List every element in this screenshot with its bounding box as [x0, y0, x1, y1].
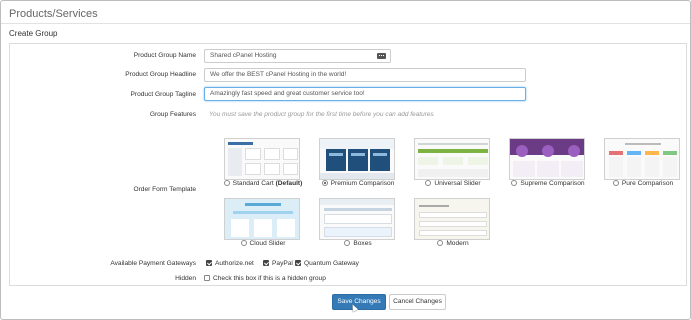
universal-slider-radio[interactable] [425, 180, 432, 186]
authorize-net-checkbox[interactable] [206, 260, 212, 266]
premium-comparison-thumbnail [319, 138, 395, 180]
standard-cart-radio[interactable] [223, 180, 230, 186]
standard-cart-thumbnail [224, 138, 300, 180]
cancel-changes-button[interactable]: Cancel Changes [389, 294, 446, 310]
modern-thumbnail [414, 198, 490, 240]
headline-label: Product Group Headline [125, 71, 196, 78]
modern-label[interactable]: Modern [384, 240, 522, 247]
gateway-authorize-net[interactable]: Authorize.net [206, 260, 254, 267]
section-title: Create Group [9, 29, 58, 38]
tagline-label: Product Group Tagline [130, 91, 197, 98]
group-name-label: Product Group Name [133, 52, 196, 59]
admin-panel: Products/Services Create Group Product G… [0, 0, 691, 320]
supreme-comparison-thumbnail [509, 138, 585, 180]
gateway-paypal[interactable]: PayPal [263, 260, 293, 267]
paypal-checkbox[interactable] [263, 260, 269, 266]
modern-radio[interactable] [437, 240, 444, 246]
gateways-label: Available Payment Gateways [110, 260, 196, 267]
cloud-slider-thumbnail [224, 198, 300, 240]
headline-input[interactable]: We offer the BEST cPanel Hosting in the … [204, 68, 526, 82]
title-divider [1, 23, 690, 24]
save-changes-button[interactable]: Save Changes [332, 294, 386, 310]
gateway-quantum[interactable]: Quantum Gateway [295, 260, 359, 267]
pure-comparison-radio[interactable] [612, 180, 619, 186]
pure-comparison-thumbnail [604, 138, 680, 180]
order-form-label: Order Form Template [133, 186, 196, 193]
hidden-option[interactable]: Check this box if this is a hidden group [204, 275, 326, 282]
premium-comparison-radio[interactable] [321, 180, 328, 186]
group-name-value: Shared cPanel Hosting [210, 52, 277, 59]
tagline-value: Amazingly fast speed and great customer … [210, 90, 365, 97]
create-group-form: Product Group Name Shared cPanel Hosting… [9, 43, 687, 286]
supreme-comparison-radio[interactable] [511, 180, 518, 186]
page-title: Products/Services [9, 8, 98, 20]
pure-comparison-label[interactable]: Pure Comparison [574, 180, 690, 187]
quantum-gateway-checkbox[interactable] [295, 260, 301, 266]
group-name-input[interactable]: Shared cPanel Hosting [204, 49, 391, 63]
boxes-radio[interactable] [344, 240, 351, 246]
features-label: Group Features [149, 111, 196, 118]
keyboard-icon[interactable] [377, 53, 386, 59]
boxes-thumbnail [319, 198, 395, 240]
headline-value: We offer the BEST cPanel Hosting in the … [210, 71, 347, 78]
hidden-checkbox[interactable] [204, 275, 210, 281]
universal-slider-thumbnail [414, 138, 490, 180]
cloud-slider-radio[interactable] [240, 240, 247, 246]
tagline-input[interactable]: Amazingly fast speed and great customer … [204, 87, 526, 101]
features-note: You must save the product group for the … [209, 111, 434, 118]
hidden-label: Hidden [175, 275, 196, 282]
